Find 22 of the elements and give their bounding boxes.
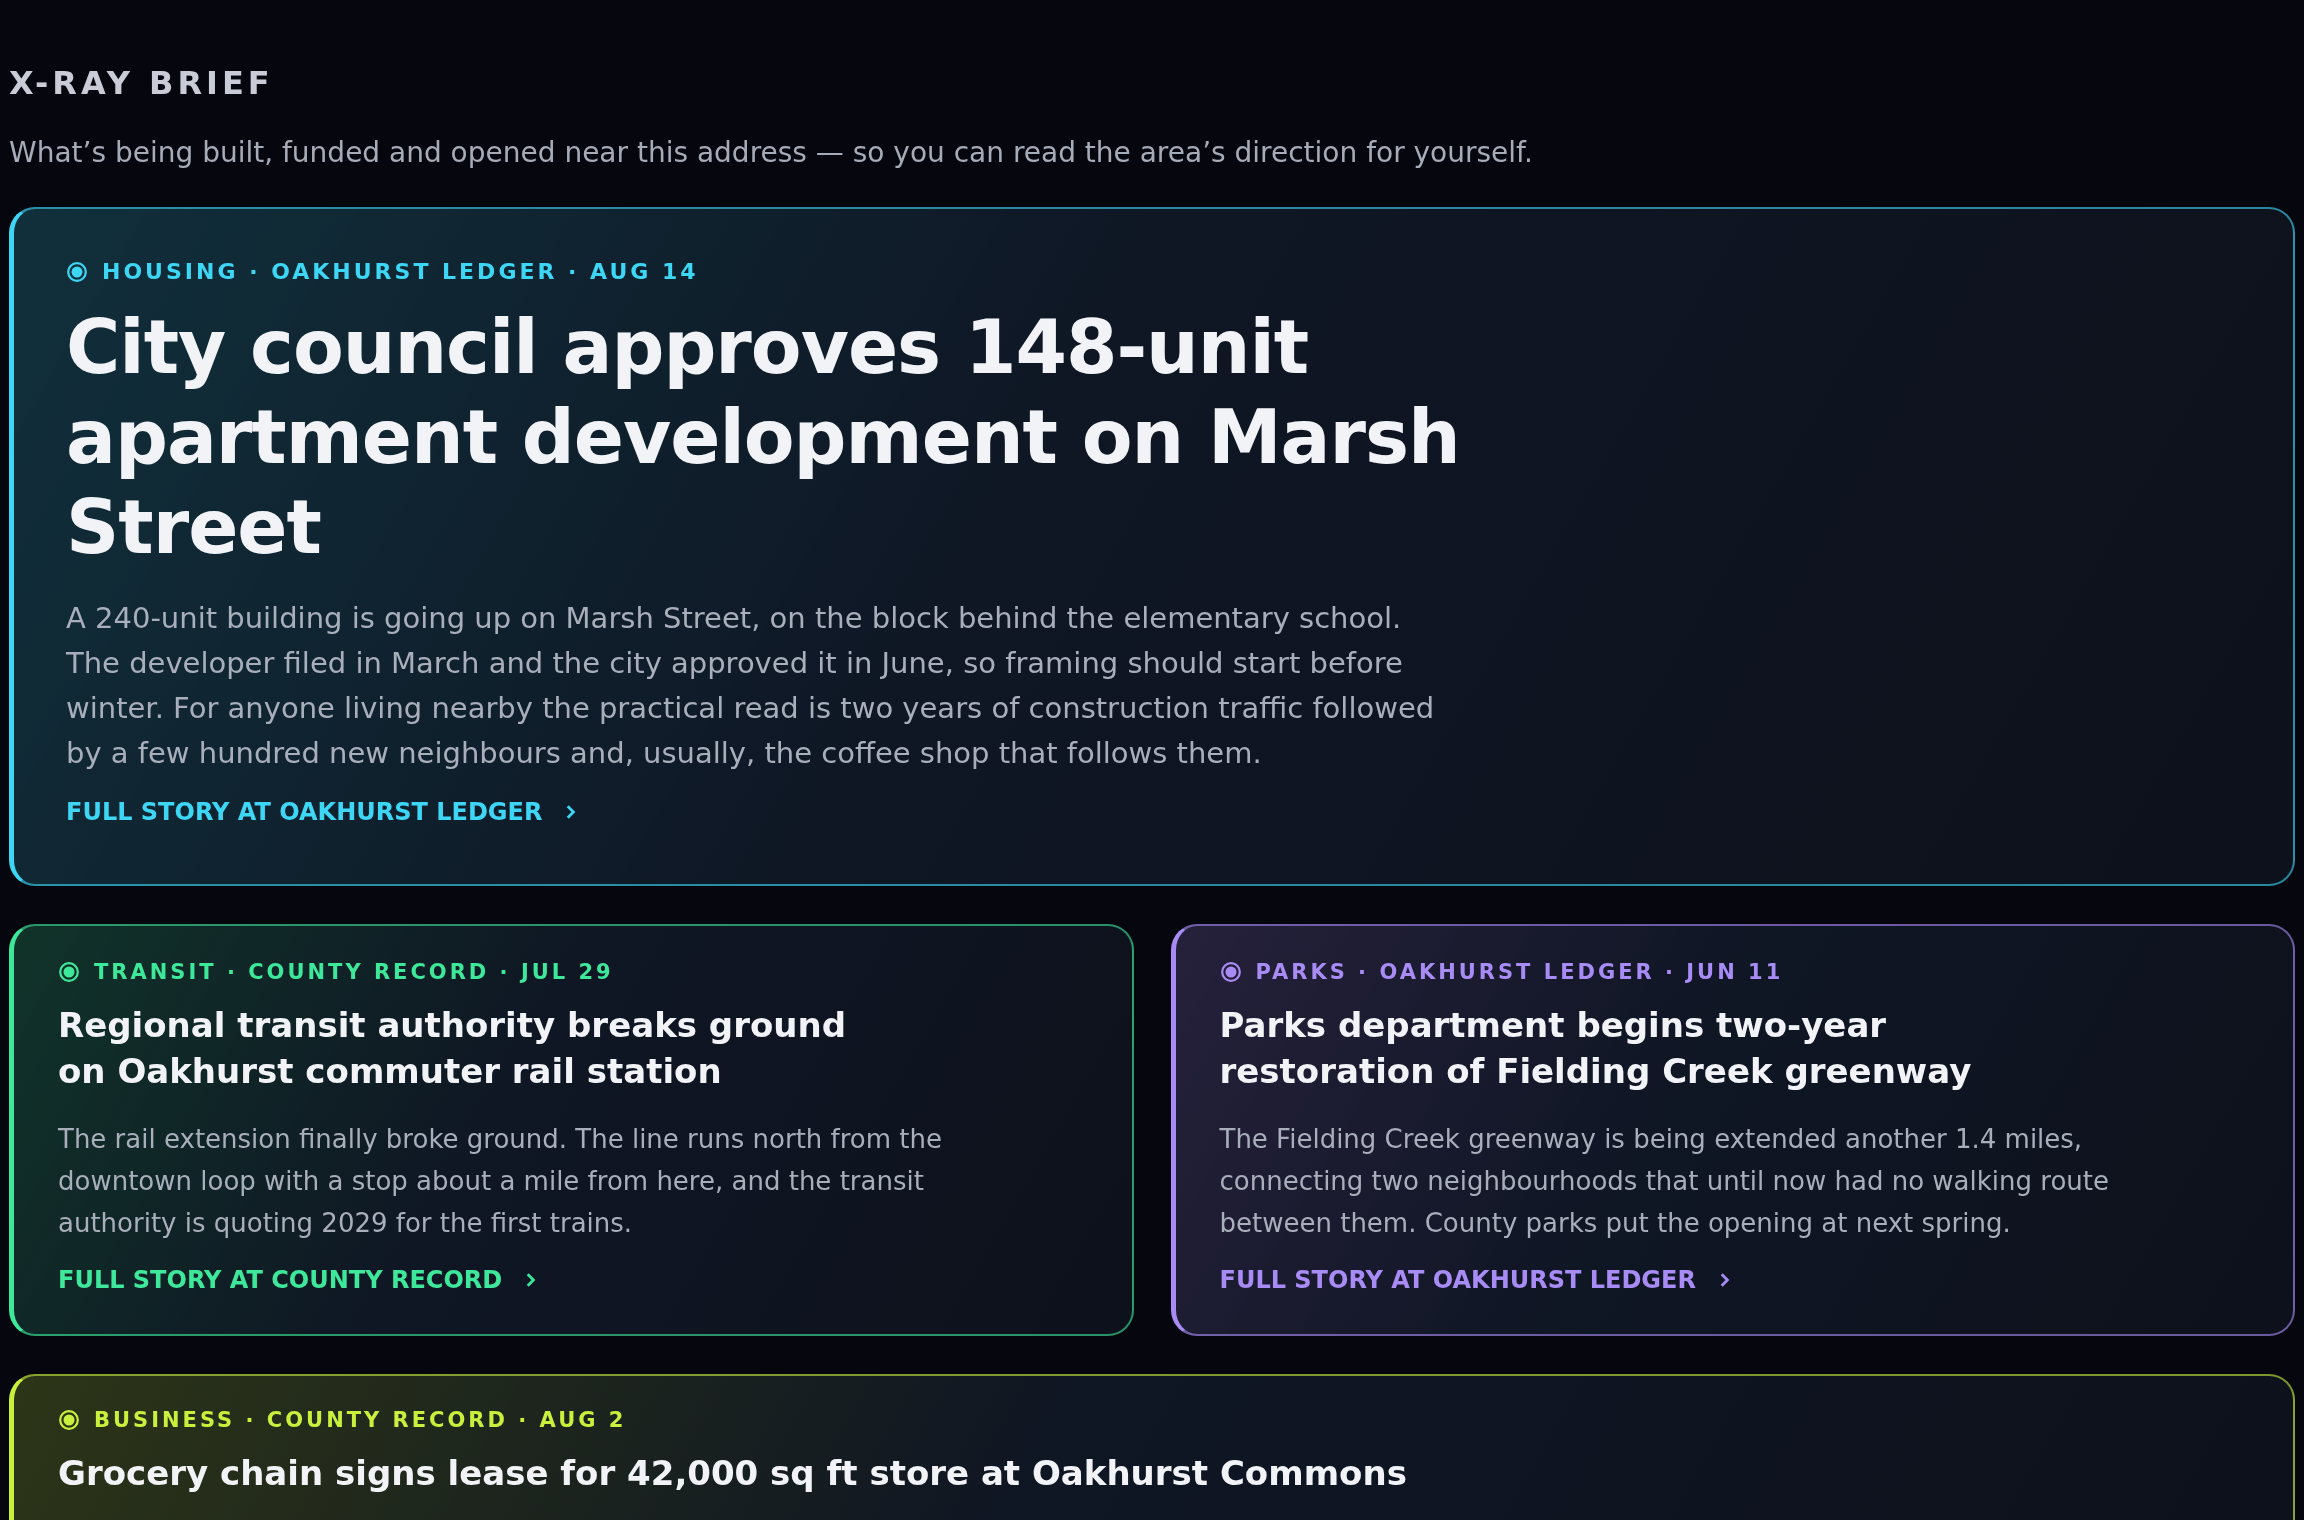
category-dot-icon (1219, 961, 1242, 983)
category-dot-icon (66, 260, 88, 283)
story-headline: Regional transit authority breaks ground on Oakhurst commuter rail station (58, 1004, 848, 1093)
story-summary: A 240-unit building is going up on Marsh Street, on the block behind the elementary school. The developer filed in March and the city approved it in June, so framing should start before winter. For anyone living nearby the practical read is two years of construction traffic followed by a few hundred new neighbours and, usually, the coffee shop that follows them. (66, 600, 1436, 772)
story-headline: Grocery chain signs lease for 42,000 sq ft store at Oakhurst Commons (58, 1452, 1408, 1495)
story-headline: City council approves 148-unit apartment development on Marsh Street (66, 303, 1461, 572)
chevron-icon (524, 1272, 537, 1288)
story-meta: TRANSIT · COUNTY RECORD · JUL 29 (94, 960, 614, 984)
chevron-icon (564, 804, 577, 820)
story-meta: HOUSING · OAKHURST LEDGER · AUG 14 (102, 259, 699, 284)
story-summary: The Fielding Creek greenway is being extended another 1.4 miles, connecting two neighbourhoods that until now had no walking route between them. County parks put the opening at next spring. (1219, 1123, 2110, 1240)
full-story-link[interactable]: FULL STORY AT OAKHURST LEDGER (66, 798, 577, 826)
category-dot-icon (58, 961, 80, 983)
story-summary: The rail extension finally broke ground. The line runs north from the downtown loop with a stop about a mile from here, and the transit authority is quoting 2029 for the first trains. (58, 1123, 943, 1240)
story-headline: Parks department begins two-year restoration of Fielding Creek greenway (1219, 1004, 1973, 1093)
brief-subtitle: What’s being built, funded and opened near this address — so you can read the area’s direction for yourself. (9, 136, 1534, 169)
category-dot-icon (58, 1409, 80, 1431)
full-story-link[interactable]: FULL STORY AT COUNTY RECORD (58, 1266, 537, 1294)
story-meta: PARKS · OAKHURST LEDGER · JUN 11 (1255, 960, 1784, 984)
story-meta: BUSINESS · COUNTY RECORD · AUG 2 (94, 1408, 627, 1432)
full-story-link[interactable]: FULL STORY AT OAKHURST LEDGER (1219, 1266, 1730, 1294)
brief-title: X-RAY BRIEF (9, 64, 275, 102)
